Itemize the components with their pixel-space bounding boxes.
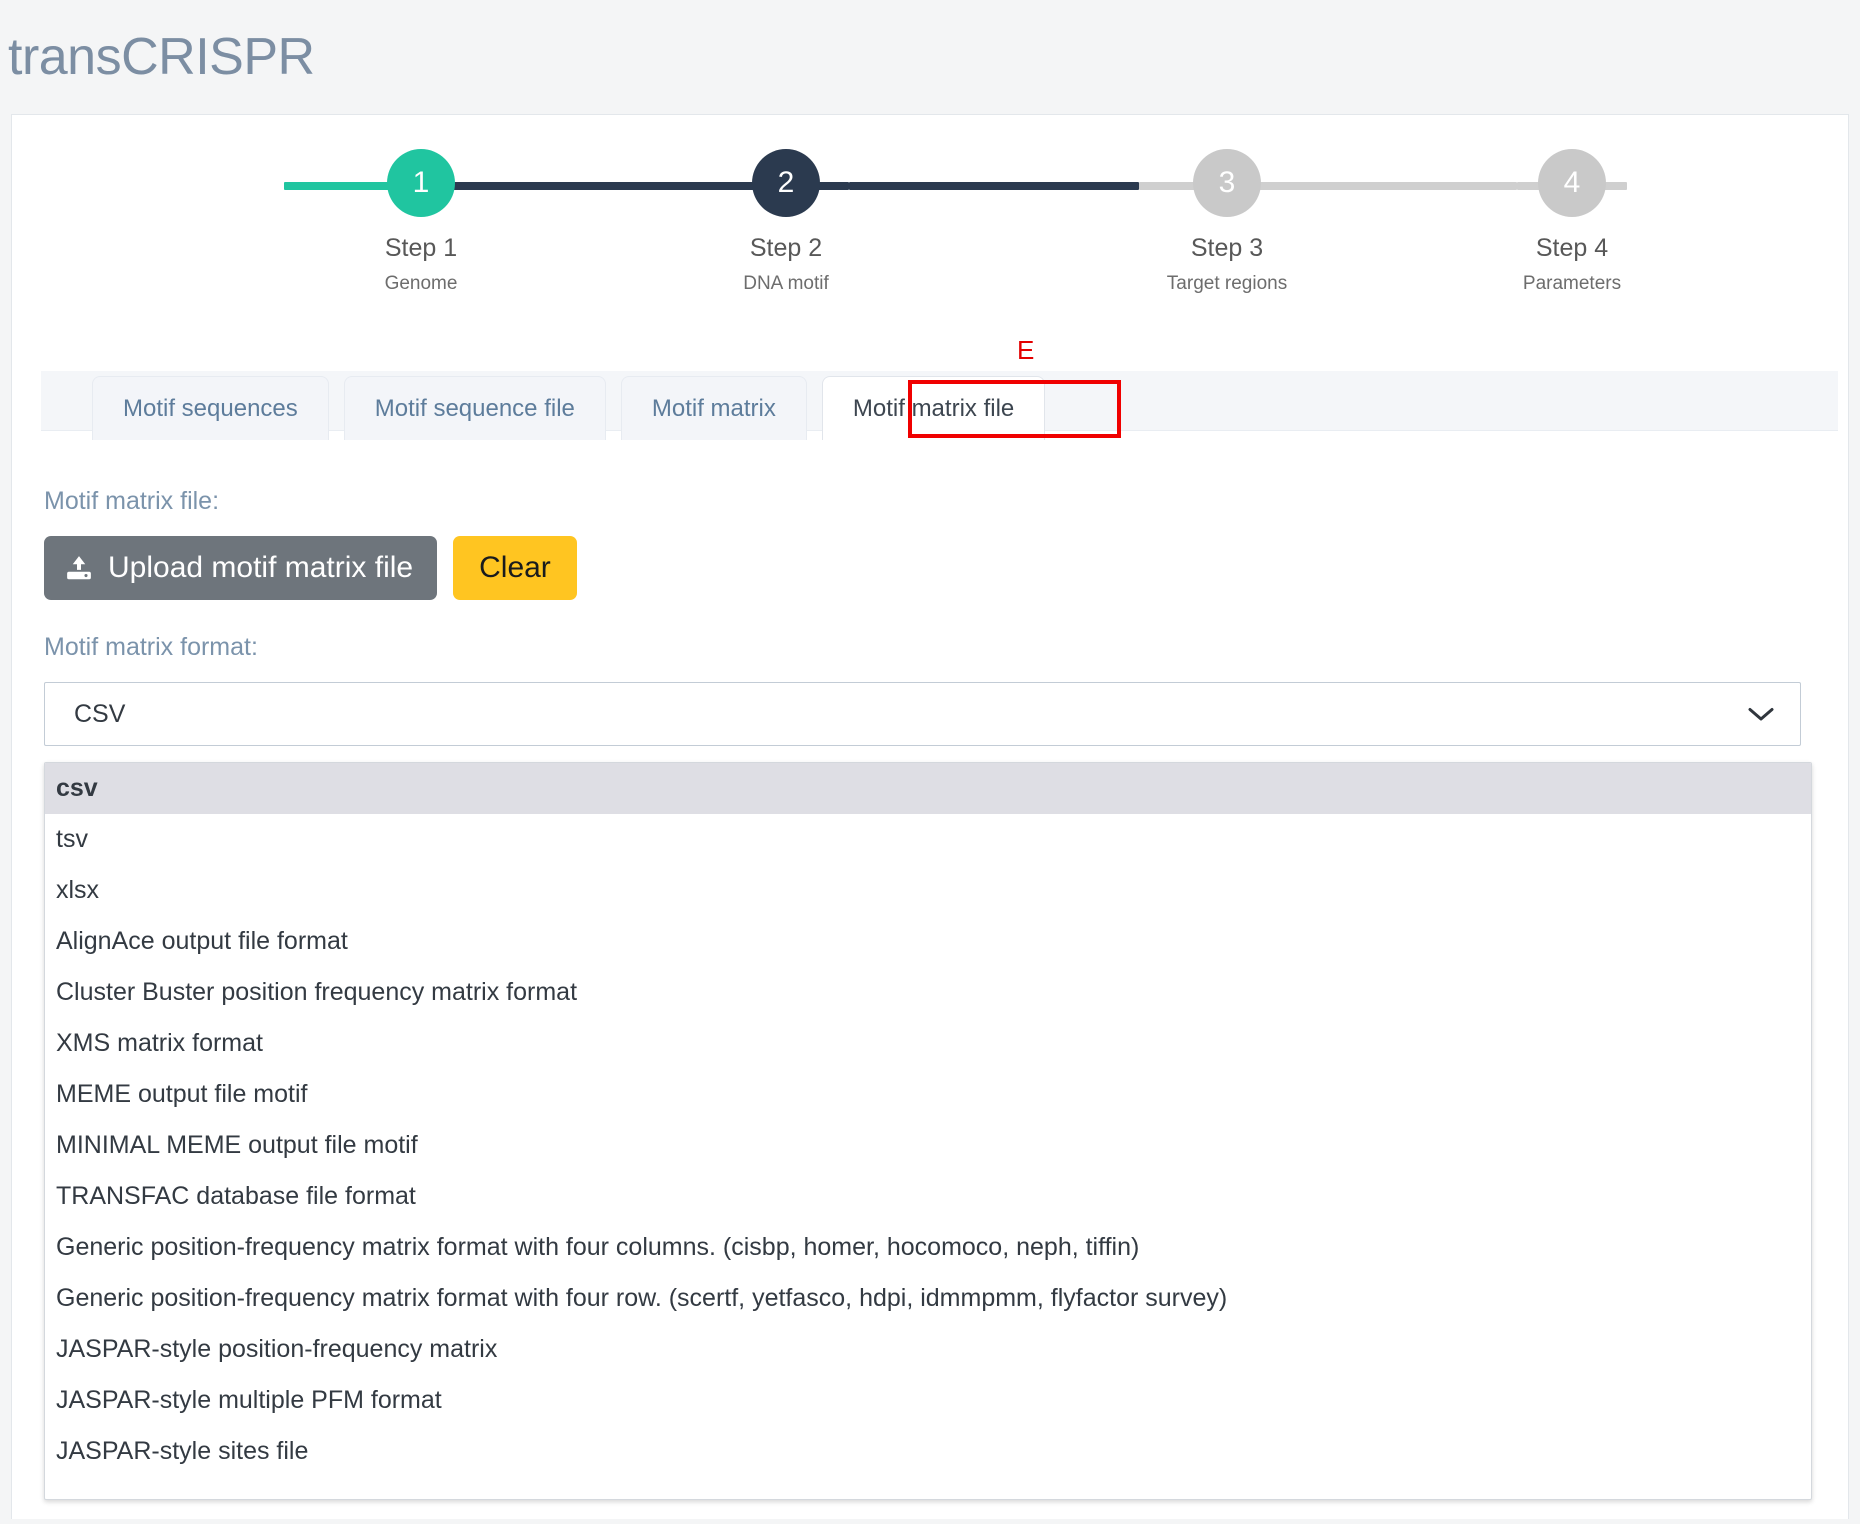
clear-button[interactable]: Clear — [453, 536, 577, 600]
step-4-name: Step 4 — [1535, 234, 1609, 262]
step-3-name: Step 3 — [1190, 234, 1264, 262]
dropdown-option[interactable]: AlignAce output file format — [45, 916, 1811, 967]
dropdown-option[interactable]: Generic position-frequency matrix format… — [45, 1273, 1811, 1324]
dropdown-option[interactable]: csv — [45, 763, 1811, 814]
dropdown-option[interactable]: MINIMAL MEME output file motif — [45, 1120, 1811, 1171]
dropdown-option[interactable]: tsv — [45, 814, 1811, 865]
tab-list: Motif sequences Motif sequence file Moti… — [92, 376, 1060, 440]
app-title: transCRISPR — [8, 28, 315, 86]
upload-button-label: Upload motif matrix file — [108, 551, 414, 584]
step-1-caption: Step 1 Genome — [336, 233, 506, 295]
step-1[interactable]: 1 — [336, 141, 506, 217]
annotation-letter-e: E — [1017, 335, 1035, 365]
select-selected-value: CSV — [74, 699, 126, 728]
step-2[interactable]: 2 — [701, 141, 871, 217]
track-2-navy — [849, 182, 1139, 190]
step-bullets-row: 1 2 3 4 Step 1 Genome Step 2 DNA motif S… — [199, 141, 1661, 294]
motif-matrix-format-label: Motif matrix format: — [44, 633, 258, 661]
step-1-bullet: 1 — [387, 149, 455, 217]
tab-label: Motif matrix file — [852, 394, 1015, 422]
dropdown-option[interactable]: JASPAR-style sites file — [45, 1426, 1811, 1477]
step-1-name: Step 1 — [384, 234, 458, 262]
dropdown-option[interactable]: JASPAR-style position-frequency matrix — [45, 1324, 1811, 1375]
upload-icon — [67, 556, 91, 580]
step-3-caption: Step 3 Target regions — [1142, 233, 1312, 295]
tab-label: Motif sequences — [123, 394, 298, 422]
page-root: transCRISPR 1 2 3 4 Step 1 Genome Step 2… — [0, 0, 1860, 1524]
dropdown-option[interactable]: TRANSFAC database file format — [45, 1171, 1811, 1222]
motif-matrix-file-label: Motif matrix file: — [44, 487, 220, 515]
tab-motif-sequences[interactable]: Motif sequences — [92, 376, 329, 440]
step-2-caption: Step 2 DNA motif — [701, 233, 871, 295]
dropdown-option[interactable]: Generic position-frequency matrix format… — [45, 1222, 1811, 1273]
step-3-bullet: 3 — [1193, 149, 1261, 217]
tab-motif-matrix[interactable]: Motif matrix — [620, 376, 807, 440]
app-header: transCRISPR — [0, 0, 1860, 114]
step-4-bullet: 4 — [1538, 149, 1606, 217]
step-2-name: Step 2 — [749, 234, 823, 262]
step-2-bullet: 2 — [752, 149, 820, 217]
motif-matrix-format-dropdown-list[interactable]: csv tsv xlsx AlignAce output file format… — [44, 762, 1812, 1500]
upload-motif-matrix-file-button[interactable]: Upload motif matrix file — [44, 536, 438, 600]
step-3-sub: Target regions — [1166, 273, 1288, 295]
step-1-sub: Genome — [384, 273, 458, 295]
motif-matrix-format-select[interactable]: CSV — [44, 682, 1801, 746]
step-4-sub: Parameters — [1522, 273, 1622, 295]
tab-motif-matrix-file[interactable]: Motif matrix file — [821, 376, 1046, 440]
dropdown-option[interactable]: MEME output file motif — [45, 1069, 1811, 1120]
tab-label: Motif sequence file — [374, 394, 575, 422]
dropdown-option[interactable]: xlsx — [45, 865, 1811, 916]
step-4[interactable]: 4 — [1487, 141, 1657, 217]
dropdown-option[interactable]: Cluster Buster position frequency matrix… — [45, 967, 1811, 1018]
chevron-down-icon — [1748, 707, 1774, 720]
step-3[interactable]: 3 — [1142, 141, 1312, 217]
step-2-sub: DNA motif — [743, 273, 829, 295]
file-action-buttons: Upload motif matrix file Clear — [44, 536, 577, 600]
step-progress-bar: 1 2 3 4 Step 1 Genome Step 2 DNA motif S… — [199, 115, 1661, 294]
tab-label: Motif matrix — [651, 394, 776, 422]
tab-motif-sequence-file[interactable]: Motif sequence file — [343, 376, 606, 440]
dropdown-option[interactable]: JASPAR-style multiple PFM format — [45, 1375, 1811, 1426]
dropdown-option[interactable]: XMS matrix format — [45, 1018, 1811, 1069]
step-4-caption: Step 4 Parameters — [1487, 233, 1657, 295]
